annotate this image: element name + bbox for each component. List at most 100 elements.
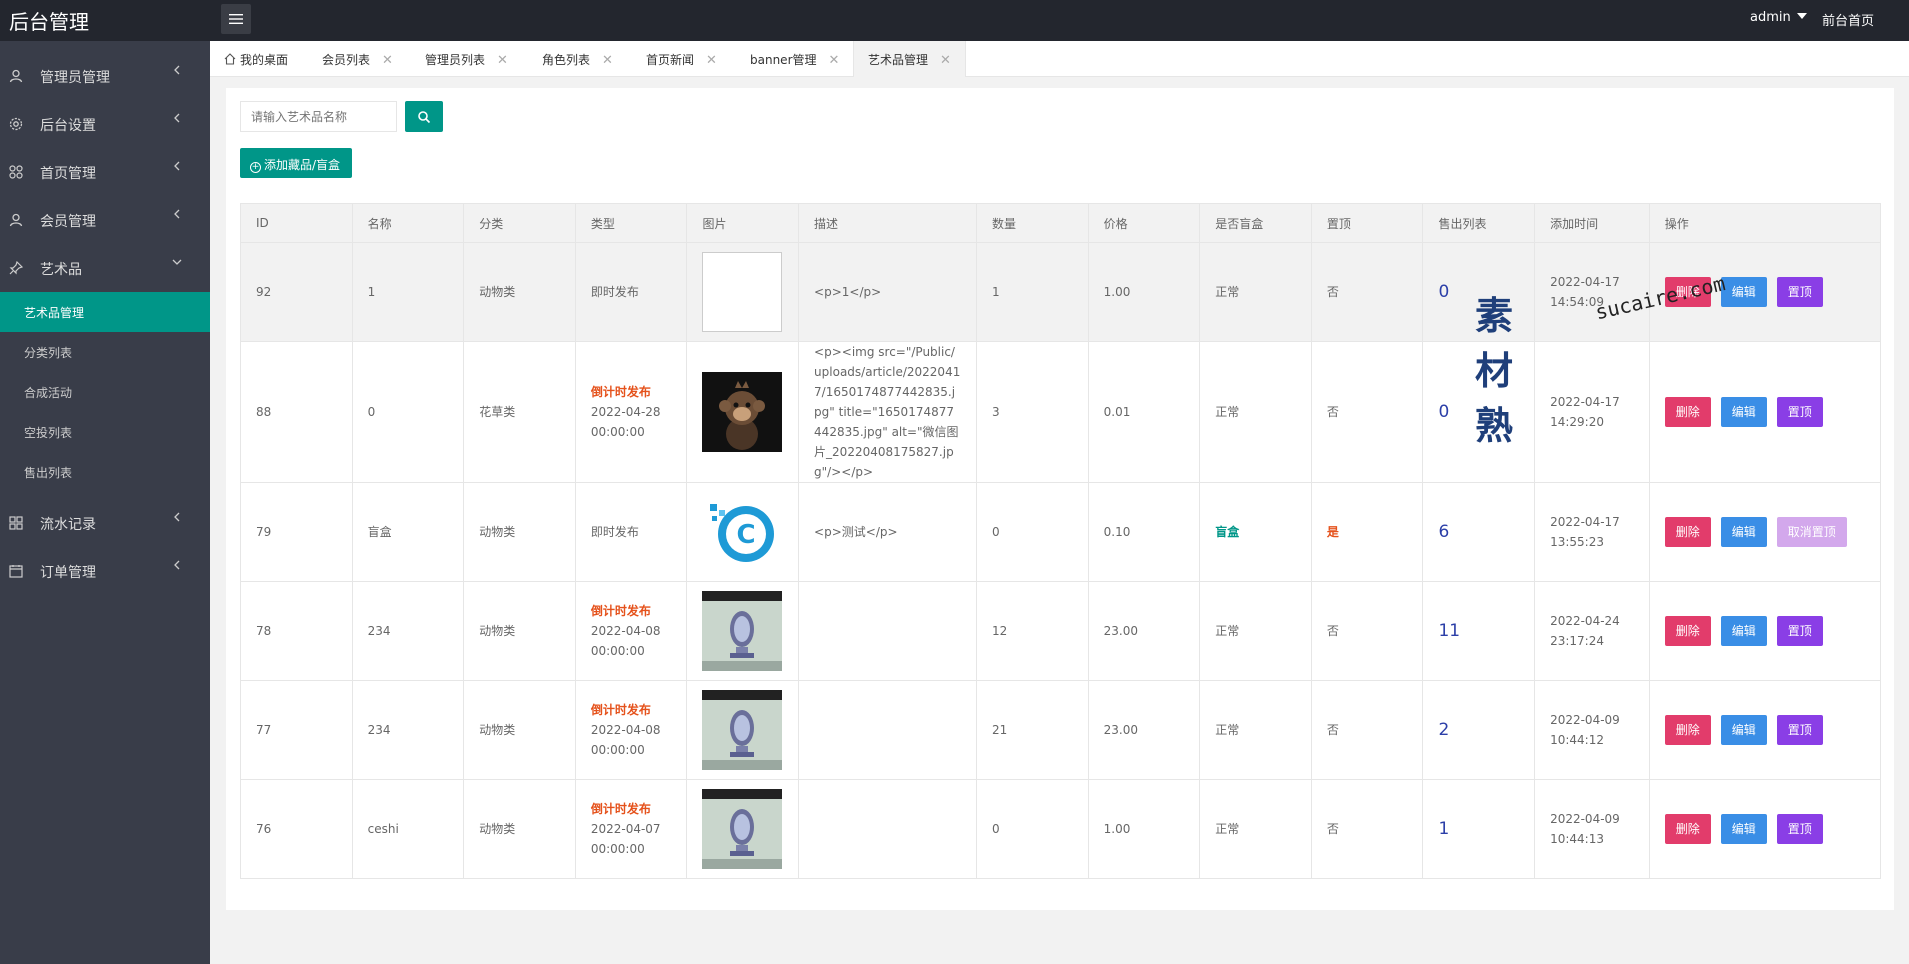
col-header: 描述 bbox=[798, 203, 978, 243]
pin-toggle-button[interactable]: 置顶 bbox=[1776, 277, 1823, 307]
tab-desktop[interactable]: 我的桌面 bbox=[224, 41, 288, 77]
blind-box-status: 正常 bbox=[1215, 285, 1240, 299]
delete-button[interactable]: 删除 bbox=[1664, 277, 1711, 307]
app-logo[interactable]: 后台管理 bbox=[9, 6, 89, 35]
pinned-status: 否 bbox=[1326, 822, 1339, 836]
cell-pinned: 否 bbox=[1310, 779, 1424, 879]
menu-toggle-button[interactable] bbox=[221, 4, 251, 34]
cell-time: 2022-04-09 10:44:13 bbox=[1534, 779, 1650, 879]
sidebar-item-members[interactable]: 会员管理 bbox=[0, 196, 210, 244]
sold-count-link[interactable]: 1 bbox=[1438, 819, 1449, 839]
col-header: 名称 bbox=[351, 203, 465, 243]
cell-time: 2022-04-17 14:54:09 bbox=[1534, 242, 1650, 342]
edit-button[interactable]: 编辑 bbox=[1720, 814, 1767, 844]
cell-pinned: 否 bbox=[1310, 680, 1424, 780]
grid-icon bbox=[9, 165, 23, 179]
tab-role-list[interactable]: 角色列表 ✕ bbox=[542, 41, 613, 77]
cell-pinned: 否 bbox=[1310, 341, 1424, 483]
sidebar-item-label: 后台设置 bbox=[40, 118, 96, 134]
type-date: 2022-04-08 00:00:00 bbox=[590, 723, 661, 757]
col-header: 操作 bbox=[1648, 203, 1882, 243]
edit-button[interactable]: 编辑 bbox=[1720, 397, 1767, 427]
cell-blind-box: 正常 bbox=[1199, 242, 1312, 342]
sidebar-item-home[interactable]: 首页管理 bbox=[0, 148, 210, 196]
pin-toggle-button[interactable]: 取消置顶 bbox=[1776, 517, 1847, 547]
close-icon[interactable]: ✕ bbox=[497, 53, 508, 68]
pinned-status: 否 bbox=[1326, 405, 1339, 419]
search-input[interactable] bbox=[240, 101, 397, 132]
close-icon[interactable]: ✕ bbox=[829, 53, 840, 68]
mirror-image bbox=[702, 789, 783, 869]
cell-sold: 1 bbox=[1422, 779, 1536, 879]
tab-admin-list[interactable]: 管理员列表 ✕ bbox=[425, 41, 508, 77]
tab-label: 会员列表 bbox=[322, 53, 371, 67]
sidebar-item-settings[interactable]: 后台设置 bbox=[0, 100, 210, 148]
sidebar-subitem-airdrop[interactable]: 空投列表 bbox=[0, 412, 210, 452]
cell-category: 动物类 bbox=[463, 242, 576, 342]
sidebar-item-label: 会员管理 bbox=[40, 214, 96, 230]
sidebar-subitem-category-list[interactable]: 分类列表 bbox=[0, 332, 210, 372]
edit-button[interactable]: 编辑 bbox=[1720, 616, 1767, 646]
pin-toggle-button[interactable]: 置顶 bbox=[1776, 814, 1823, 844]
close-icon[interactable]: ✕ bbox=[382, 53, 393, 68]
sidebar-subitem-sold-list[interactable]: 售出列表 bbox=[0, 452, 210, 492]
edit-button[interactable]: 编辑 bbox=[1720, 715, 1767, 745]
pin-toggle-button[interactable]: 置顶 bbox=[1776, 715, 1823, 745]
sidebar-item-admin[interactable]: 管理员管理 bbox=[0, 52, 210, 100]
tab-label: 管理员列表 bbox=[425, 53, 486, 67]
pin-toggle-button[interactable]: 置顶 bbox=[1776, 397, 1823, 427]
cell-qty: 12 bbox=[976, 581, 1089, 681]
delete-button[interactable]: 删除 bbox=[1664, 616, 1711, 646]
tab-artwork-manage[interactable]: 艺术品管理 ✕ bbox=[853, 41, 966, 77]
cell-sold: 0 bbox=[1422, 341, 1536, 483]
col-header: 是否盲盒 bbox=[1199, 203, 1312, 243]
user-menu[interactable]: admin bbox=[1750, 10, 1807, 25]
close-icon[interactable]: ✕ bbox=[602, 53, 613, 68]
sidebar-subitem-label: 分类列表 bbox=[24, 346, 73, 360]
cell-id: 88 bbox=[240, 341, 353, 483]
sold-count-link[interactable]: 0 bbox=[1438, 282, 1449, 302]
add-artwork-button[interactable]: + 添加藏品/盲盒 bbox=[240, 148, 352, 178]
cell-type: 倒计时发布 2022-04-08 00:00:00 bbox=[574, 581, 688, 681]
cell-desc: <p><img src="/Public/uploads/article/202… bbox=[798, 341, 978, 483]
cell-pinned: 否 bbox=[1310, 581, 1424, 681]
type-label: 即时发布 bbox=[590, 285, 639, 299]
sold-count-link[interactable]: 6 bbox=[1438, 522, 1449, 542]
cell-name: 盲盒 bbox=[351, 482, 465, 582]
type-label: 倒计时发布 bbox=[590, 604, 651, 618]
cell-qty: 3 bbox=[976, 341, 1089, 483]
tab-banner[interactable]: banner管理 ✕ bbox=[750, 41, 839, 77]
delete-button[interactable]: 删除 bbox=[1664, 517, 1711, 547]
search-button[interactable] bbox=[405, 101, 443, 132]
tab-home-news[interactable]: 首页新闻 ✕ bbox=[646, 41, 717, 77]
sidebar-item-label: 流水记录 bbox=[40, 517, 96, 533]
front-home-link[interactable]: 前台首页 bbox=[1822, 10, 1874, 29]
cell-price: 0.01 bbox=[1087, 341, 1201, 483]
cell-image bbox=[686, 581, 800, 681]
sold-count-link[interactable]: 11 bbox=[1438, 621, 1460, 641]
sold-count-link[interactable]: 0 bbox=[1438, 402, 1449, 422]
sidebar-subitem-label: 合成活动 bbox=[24, 386, 73, 400]
sidebar-subitem-synthesis[interactable]: 合成活动 bbox=[0, 372, 210, 412]
close-icon[interactable]: ✕ bbox=[940, 53, 951, 68]
tab-label: 我的桌面 bbox=[240, 53, 289, 67]
cell-pinned: 否 bbox=[1310, 242, 1424, 342]
sidebar-item-orders[interactable]: 订单管理 bbox=[0, 547, 210, 595]
edit-button[interactable]: 编辑 bbox=[1720, 277, 1767, 307]
tab-label: 艺术品管理 bbox=[868, 53, 929, 67]
sidebar-subitem-artwork-manage[interactable]: 艺术品管理 bbox=[0, 292, 210, 332]
pin-toggle-button[interactable]: 置顶 bbox=[1776, 616, 1823, 646]
sold-count-link[interactable]: 2 bbox=[1438, 720, 1449, 740]
sidebar-item-transactions[interactable]: 流水记录 bbox=[0, 499, 210, 547]
tab-member-list[interactable]: 会员列表 ✕ bbox=[322, 41, 393, 77]
edit-button[interactable]: 编辑 bbox=[1720, 517, 1767, 547]
top-header: 后台管理 admin 前台首页 bbox=[0, 0, 1909, 41]
sidebar-subitem-label: 艺术品管理 bbox=[24, 306, 85, 320]
chevron-left-icon bbox=[174, 113, 180, 123]
delete-button[interactable]: 删除 bbox=[1664, 814, 1711, 844]
cell-category: 动物类 bbox=[463, 779, 576, 879]
delete-button[interactable]: 删除 bbox=[1664, 715, 1711, 745]
delete-button[interactable]: 删除 bbox=[1664, 397, 1711, 427]
sidebar-item-artwork[interactable]: 艺术品 bbox=[0, 244, 210, 292]
close-icon[interactable]: ✕ bbox=[706, 53, 717, 68]
